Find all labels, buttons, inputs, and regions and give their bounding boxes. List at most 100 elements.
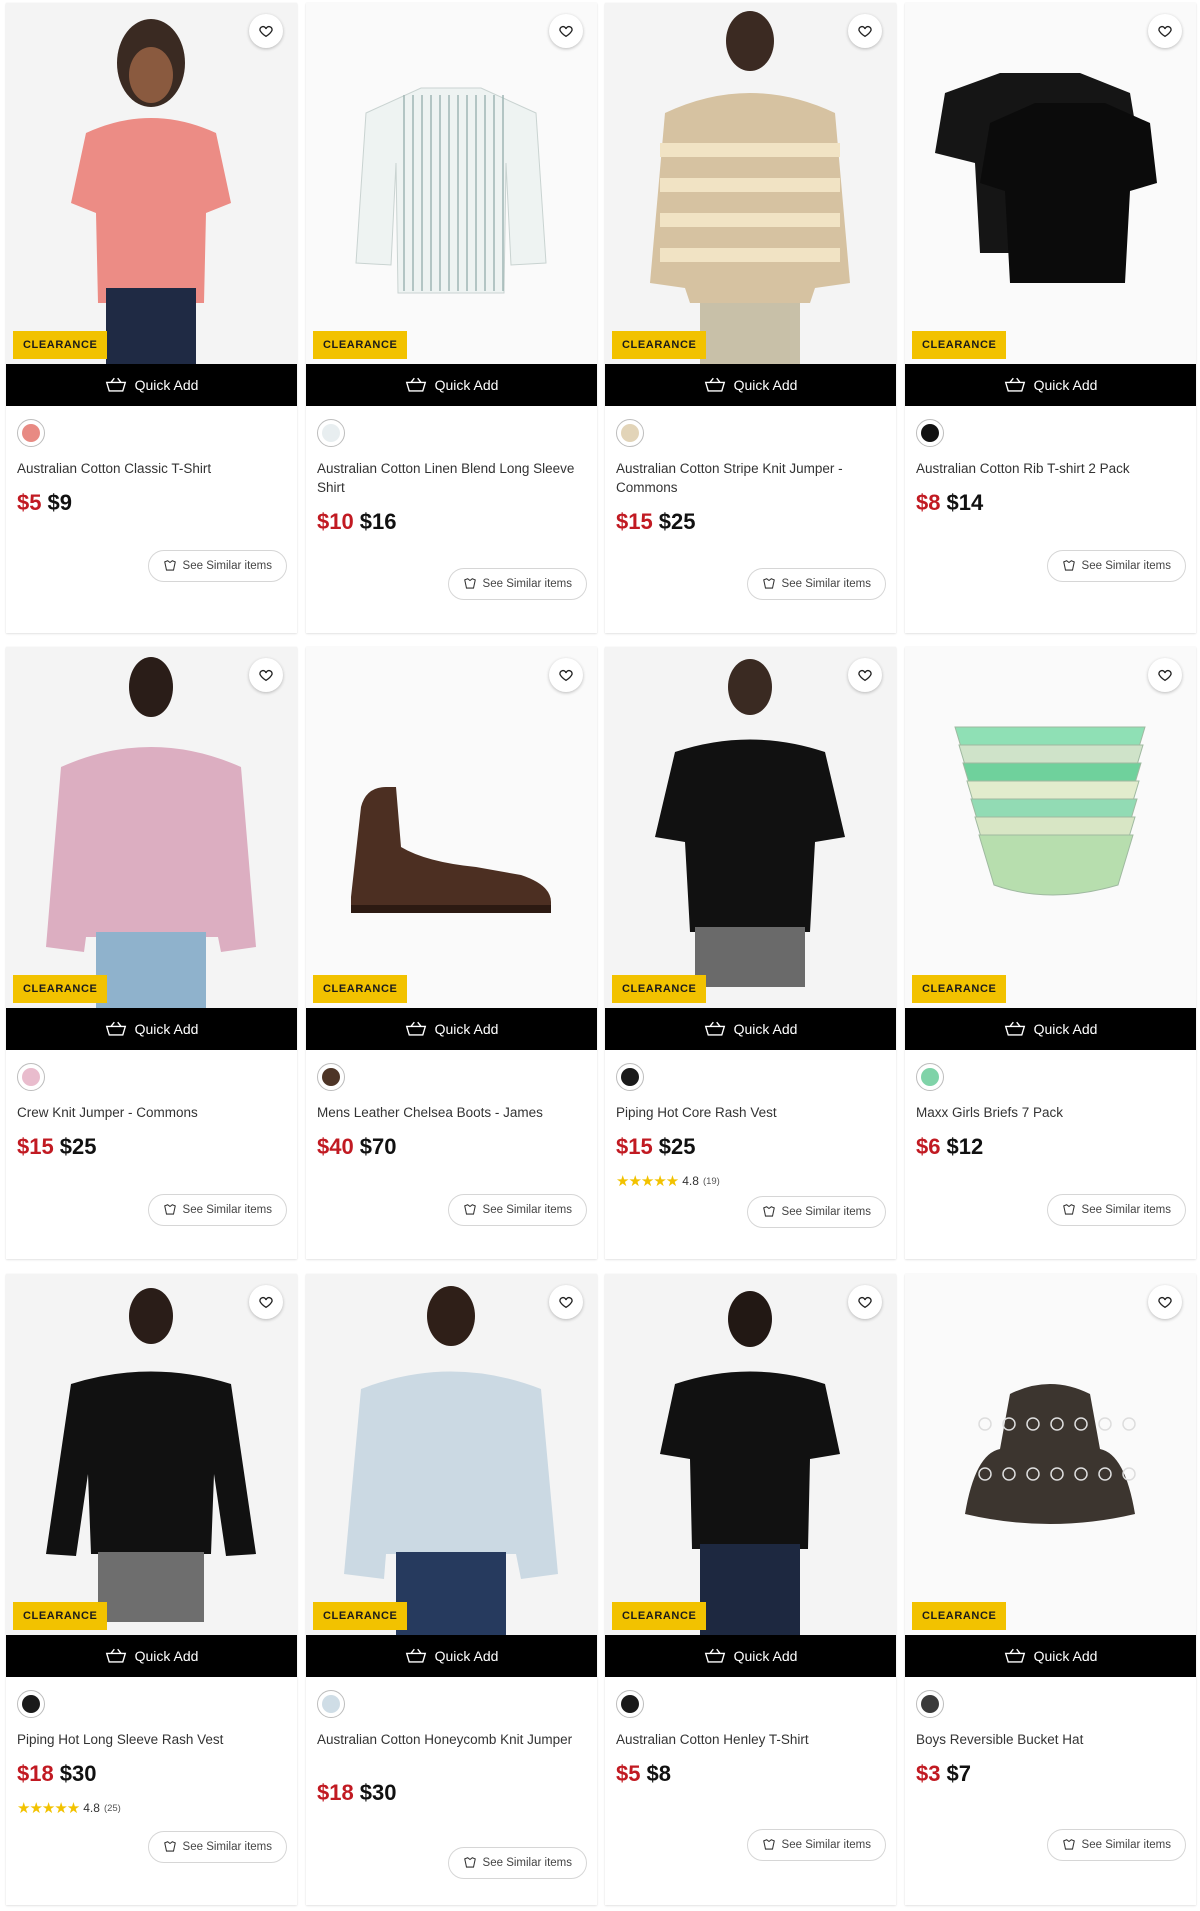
product-photo	[46, 1288, 256, 1622]
see-similar-button[interactable]: See Similar items	[447, 568, 587, 600]
product-image[interactable]: CLEARANCE	[306, 1274, 597, 1635]
product-card[interactable]: CLEARANCE Quick Add Australian Cotton Li…	[306, 3, 597, 633]
quick-add-button[interactable]: Quick Add	[6, 1635, 297, 1677]
wishlist-heart-icon[interactable]	[848, 658, 882, 692]
quick-add-button[interactable]: Quick Add	[605, 1008, 896, 1050]
product-title[interactable]: Crew Knit Jumper - Commons	[17, 1103, 285, 1122]
product-card[interactable]: CLEARANCE Quick Add Maxx Girls Briefs 7 …	[905, 647, 1196, 1259]
see-similar-button[interactable]: See Similar items	[1046, 550, 1186, 582]
see-similar-button[interactable]: See Similar items	[746, 568, 886, 600]
product-image[interactable]: CLEARANCE	[6, 1274, 297, 1635]
color-swatch[interactable]	[616, 1063, 644, 1091]
color-swatch[interactable]	[916, 1690, 944, 1718]
product-card[interactable]: CLEARANCE Quick Add Mens Leather Chelsea…	[306, 647, 597, 1259]
quick-add-button[interactable]: Quick Add	[306, 1008, 597, 1050]
see-similar-button[interactable]: See Similar items	[746, 1196, 886, 1228]
see-similar-button[interactable]: See Similar items	[746, 1829, 886, 1861]
product-image[interactable]: CLEARANCE	[905, 1274, 1196, 1635]
product-photo	[954, 726, 1146, 896]
product-title[interactable]: Australian Cotton Stripe Knit Jumper - C…	[616, 459, 884, 497]
quick-add-label: Quick Add	[733, 377, 798, 393]
product-card[interactable]: CLEARANCE Quick Add Australian Cotton St…	[605, 3, 896, 633]
color-swatch[interactable]	[616, 1690, 644, 1718]
wishlist-heart-icon[interactable]	[249, 1285, 283, 1319]
product-card[interactable]: CLEARANCE Quick Add Australian Cotton Ri…	[905, 3, 1196, 633]
wishlist-heart-icon[interactable]	[848, 1285, 882, 1319]
color-swatch[interactable]	[17, 1063, 45, 1091]
wishlist-heart-icon[interactable]	[249, 14, 283, 48]
product-title[interactable]: Australian Cotton Linen Blend Long Sleev…	[317, 459, 585, 497]
wishlist-heart-icon[interactable]	[249, 658, 283, 692]
color-swatch[interactable]	[616, 419, 644, 447]
rating[interactable]: ★★★★★ 4.8 (25)	[17, 1799, 121, 1817]
product-image[interactable]: CLEARANCE	[306, 3, 597, 364]
product-card[interactable]: CLEARANCE Quick Add Australian Cotton Ho…	[306, 1274, 597, 1905]
see-similar-button[interactable]: See Similar items	[1046, 1829, 1186, 1861]
wishlist-heart-icon[interactable]	[848, 14, 882, 48]
see-similar-button[interactable]: See Similar items	[447, 1194, 587, 1226]
product-title[interactable]: Australian Cotton Rib T-shirt 2 Pack	[916, 459, 1184, 478]
quick-add-button[interactable]: Quick Add	[905, 1008, 1196, 1050]
color-swatch[interactable]	[317, 1063, 345, 1091]
rating[interactable]: ★★★★★ 4.8 (19)	[616, 1172, 720, 1190]
color-swatch[interactable]	[17, 419, 45, 447]
color-swatch[interactable]	[916, 419, 944, 447]
product-card[interactable]: CLEARANCE Quick Add Crew Knit Jumper - C…	[6, 647, 297, 1259]
quick-add-button[interactable]: Quick Add	[605, 1635, 896, 1677]
quick-add-button[interactable]: Quick Add	[6, 1008, 297, 1050]
quick-add-button[interactable]: Quick Add	[306, 364, 597, 406]
quick-add-button[interactable]: Quick Add	[306, 1635, 597, 1677]
product-image[interactable]: CLEARANCE	[6, 3, 297, 364]
see-similar-button[interactable]: See Similar items	[1046, 1194, 1186, 1226]
quick-add-label: Quick Add	[134, 1648, 199, 1664]
sale-price: $3	[916, 1761, 941, 1786]
see-similar-button[interactable]: See Similar items	[147, 550, 287, 582]
quick-add-button[interactable]: Quick Add	[905, 1635, 1196, 1677]
product-title[interactable]: Piping Hot Core Rash Vest	[616, 1103, 884, 1122]
product-title[interactable]: Boys Reversible Bucket Hat	[916, 1730, 1184, 1749]
product-card[interactable]: CLEARANCE Quick Add Australian Cotton He…	[605, 1274, 896, 1905]
product-title[interactable]: Maxx Girls Briefs 7 Pack	[916, 1103, 1184, 1122]
wishlist-heart-icon[interactable]	[549, 1285, 583, 1319]
wishlist-heart-icon[interactable]	[1148, 658, 1182, 692]
quick-add-label: Quick Add	[434, 1648, 499, 1664]
see-similar-button[interactable]: See Similar items	[147, 1194, 287, 1226]
product-image[interactable]: CLEARANCE	[605, 647, 896, 1008]
wishlist-heart-icon[interactable]	[549, 658, 583, 692]
color-swatch[interactable]	[317, 419, 345, 447]
color-swatch[interactable]	[916, 1063, 944, 1091]
similar-icon	[762, 1838, 776, 1852]
wishlist-heart-icon[interactable]	[1148, 14, 1182, 48]
product-image[interactable]: CLEARANCE	[605, 1274, 896, 1635]
original-price: $25	[658, 509, 696, 534]
wishlist-heart-icon[interactable]	[549, 14, 583, 48]
product-title[interactable]: Australian Cotton Classic T-Shirt	[17, 459, 285, 478]
quick-add-button[interactable]: Quick Add	[905, 364, 1196, 406]
product-card[interactable]: CLEARANCE Quick Add Piping Hot Core Rash…	[605, 647, 896, 1259]
color-swatch[interactable]	[17, 1690, 45, 1718]
see-similar-label: See Similar items	[781, 578, 871, 590]
wishlist-heart-icon[interactable]	[1148, 1285, 1182, 1319]
product-title[interactable]: Australian Cotton Henley T-Shirt	[616, 1730, 884, 1749]
product-image[interactable]: CLEARANCE	[905, 647, 1196, 1008]
clearance-badge: CLEARANCE	[13, 1602, 108, 1630]
product-image[interactable]: CLEARANCE	[6, 647, 297, 1008]
product-title[interactable]: Piping Hot Long Sleeve Rash Vest	[17, 1730, 285, 1749]
original-price: $25	[59, 1134, 97, 1159]
quick-add-button[interactable]: Quick Add	[605, 364, 896, 406]
price: $18 $30	[17, 1761, 96, 1787]
product-card[interactable]: CLEARANCE Quick Add Piping Hot Long Slee…	[6, 1274, 297, 1905]
color-swatch[interactable]	[317, 1690, 345, 1718]
product-title[interactable]: Mens Leather Chelsea Boots - James	[317, 1103, 585, 1122]
see-similar-button[interactable]: See Similar items	[447, 1847, 587, 1879]
clearance-badge: CLEARANCE	[313, 975, 408, 1003]
product-card[interactable]: CLEARANCE Quick Add Boys Reversible Buck…	[905, 1274, 1196, 1905]
product-title[interactable]: Australian Cotton Honeycomb Knit Jumper	[317, 1730, 585, 1749]
quick-add-button[interactable]: Quick Add	[6, 364, 297, 406]
sale-price: $40	[317, 1134, 354, 1159]
product-image[interactable]: CLEARANCE	[905, 3, 1196, 364]
see-similar-button[interactable]: See Similar items	[147, 1831, 287, 1863]
product-image[interactable]: CLEARANCE	[605, 3, 896, 364]
product-image[interactable]: CLEARANCE	[306, 647, 597, 1008]
product-card[interactable]: CLEARANCE Quick Add Australian Cotton Cl…	[6, 3, 297, 633]
